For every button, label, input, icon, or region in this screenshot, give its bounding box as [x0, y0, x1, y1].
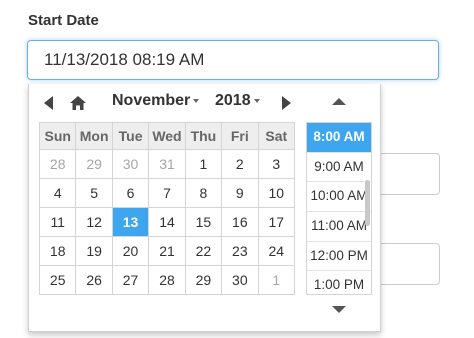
calendar-week-row: 28 29 30 31 1 2 3 [38, 149, 296, 179]
day-cell[interactable]: 24 [257, 236, 296, 266]
year-select[interactable]: 2018 [215, 92, 260, 110]
today-button[interactable] [67, 90, 89, 116]
calendar-week-row: 25 26 27 28 29 30 1 [38, 265, 296, 295]
day-cell[interactable]: 28 [38, 149, 77, 179]
prev-month-button[interactable] [37, 90, 59, 116]
start-date-label: Start Date [28, 12, 99, 29]
day-cell[interactable]: 20 [111, 236, 150, 266]
weekday-header: Sat [257, 122, 296, 150]
weekday-header: Mon [75, 122, 113, 150]
selected-time-option[interactable]: 8:00 AM [307, 123, 371, 153]
next-month-button[interactable] [275, 90, 297, 116]
day-cell[interactable]: 7 [148, 178, 186, 208]
day-cell[interactable]: 29 [75, 149, 113, 179]
day-cell[interactable]: 25 [38, 265, 77, 295]
day-cell[interactable]: 9 [221, 178, 259, 208]
day-cell[interactable]: 10 [257, 178, 296, 208]
day-cell[interactable]: 31 [148, 149, 186, 179]
day-cell[interactable]: 23 [221, 236, 259, 266]
day-cell[interactable]: 17 [257, 207, 296, 237]
day-cell[interactable]: 28 [148, 265, 186, 295]
calendar-grid: Sun Mon Tue Wed Thu Fri Sat 28 29 30 31 1 2 3 4 5 6 7 8 9 1… [38, 122, 296, 295]
time-option[interactable]: 11:00 AM [307, 212, 371, 242]
caret-down-icon [193, 99, 200, 103]
time-picker: 8:00 AM 9:00 AM 10:00 AM 11:00 AM 12:00 PM 1:… [306, 84, 372, 332]
day-cell[interactable]: 18 [38, 236, 77, 266]
weekday-header-row: Sun Mon Tue Wed Thu Fri Sat [38, 122, 296, 150]
day-cell[interactable]: 22 [184, 236, 223, 266]
time-option[interactable]: 1:00 PM [307, 271, 371, 294]
weekday-header: Thu [184, 122, 223, 150]
weekday-header: Sun [38, 122, 77, 150]
day-cell[interactable]: 15 [184, 207, 223, 237]
day-cell[interactable]: 1 [184, 149, 223, 179]
time-option[interactable]: 9:00 AM [307, 153, 371, 183]
day-cell[interactable]: 27 [111, 265, 150, 295]
day-cell[interactable]: 26 [75, 265, 113, 295]
datetime-picker-popup: November 2018 Sun Mon Tue Wed Thu Fri Sat 28 29… [28, 84, 381, 332]
day-cell[interactable]: 30 [221, 265, 259, 295]
triangle-left-icon [43, 96, 53, 110]
start-date-input[interactable] [27, 40, 439, 80]
selected-day-cell[interactable]: 13 [111, 207, 150, 237]
time-option[interactable]: 10:00 AM [307, 182, 371, 213]
day-cell[interactable]: 21 [148, 236, 186, 266]
day-cell[interactable]: 5 [75, 178, 113, 208]
caret-down-icon [253, 99, 260, 103]
time-scroll-down-button[interactable] [332, 306, 346, 313]
day-cell[interactable]: 12 [75, 207, 113, 237]
weekday-header: Wed [148, 122, 186, 150]
month-label: November [112, 92, 191, 109]
day-cell[interactable]: 19 [75, 236, 113, 266]
weekday-header: Fri [221, 122, 259, 150]
calendar-week-row: 11 12 13 14 15 16 17 [38, 207, 296, 237]
day-cell[interactable]: 30 [111, 149, 150, 179]
calendar-week-row: 18 19 20 21 22 23 24 [38, 236, 296, 266]
time-scroll-up-button[interactable] [332, 98, 346, 105]
calendar-week-row: 4 5 6 7 8 9 10 [38, 178, 296, 208]
day-cell[interactable]: 4 [38, 178, 77, 208]
month-select[interactable]: November [112, 92, 200, 110]
day-cell[interactable]: 29 [184, 265, 223, 295]
day-cell[interactable]: 3 [257, 149, 296, 179]
calendar-nav: November 2018 [29, 84, 299, 120]
day-cell[interactable]: 1 [257, 265, 296, 295]
day-cell[interactable]: 2 [221, 149, 259, 179]
day-cell[interactable]: 16 [221, 207, 259, 237]
day-cell[interactable]: 11 [38, 207, 77, 237]
triangle-right-icon [281, 96, 291, 110]
time-list: 8:00 AM 9:00 AM 10:00 AM 11:00 AM 12:00 PM 1:… [306, 122, 372, 295]
scrollbar-thumb[interactable] [365, 180, 370, 226]
time-option[interactable]: 12:00 PM [307, 242, 371, 272]
day-cell[interactable]: 14 [148, 207, 186, 237]
year-label: 2018 [215, 92, 251, 109]
day-cell[interactable]: 6 [111, 178, 150, 208]
home-icon [70, 96, 86, 110]
weekday-header: Tue [111, 122, 150, 150]
day-cell[interactable]: 8 [184, 178, 223, 208]
